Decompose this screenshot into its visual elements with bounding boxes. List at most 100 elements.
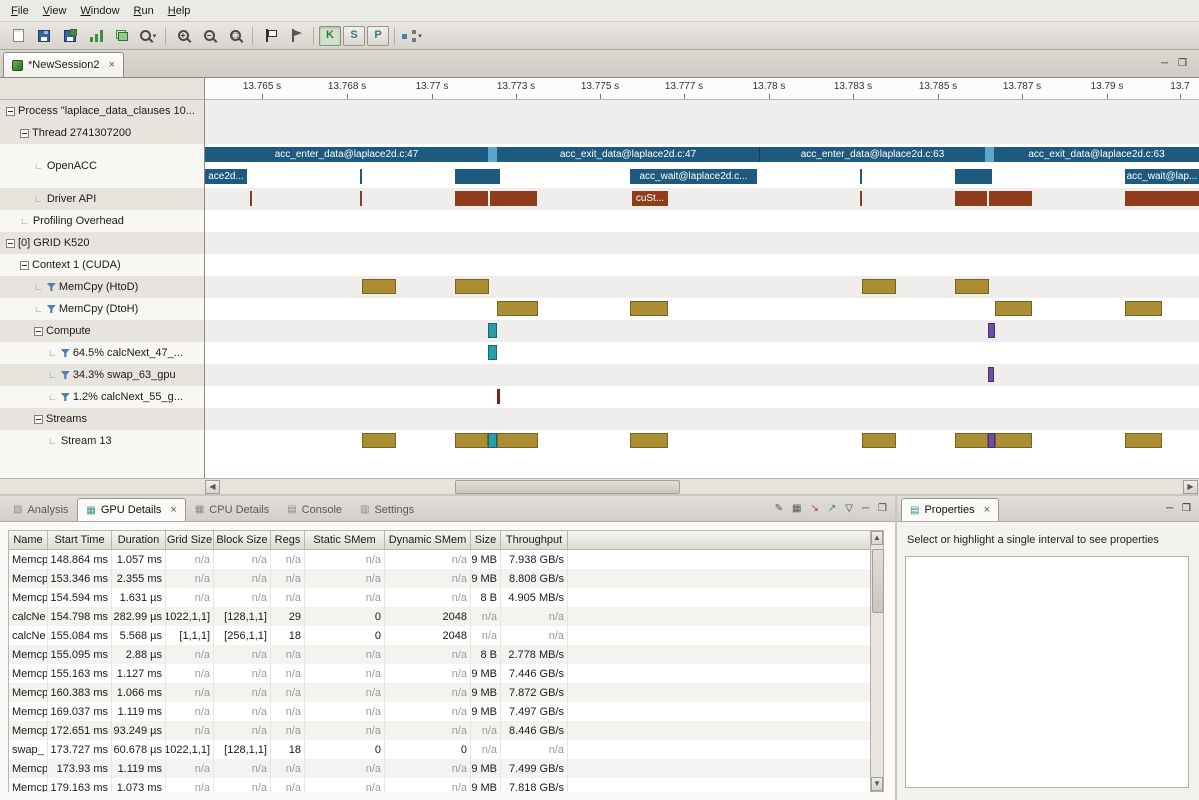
tab-newsession2[interactable]: *NewSession2 × [3, 52, 124, 77]
timeline-bar[interactable] [250, 191, 252, 206]
timeline-bar[interactable]: acc_enter_data@laplace2d.c:47 [205, 147, 488, 162]
column-header-spacer[interactable] [568, 531, 870, 549]
tree-row[interactable]: Streams [0, 408, 204, 430]
zoom-in-button[interactable]: + [171, 24, 195, 48]
maximize-button[interactable]: ❒ [878, 503, 887, 514]
tab-close-icon[interactable]: × [984, 504, 990, 516]
timeline-bar[interactable] [995, 433, 1032, 448]
table-row[interactable]: Memcp155.095 ms2.88 µsn/an/an/an/an/a8 B… [9, 645, 870, 664]
mark-range-button[interactable] [258, 24, 282, 48]
table-row[interactable]: Memcp154.594 ms1.631 µsn/an/an/an/an/a8 … [9, 588, 870, 607]
tree-row[interactable]: [0] GRID K520 [0, 232, 204, 254]
column-header-size[interactable]: Size [471, 531, 501, 549]
timeline-bar[interactable] [497, 389, 500, 404]
table-vertical-scrollbar[interactable]: ▲ ▼ [870, 530, 884, 792]
timeline-bar[interactable] [362, 433, 396, 448]
minimize-button[interactable]: ─ [862, 503, 869, 514]
timeline-bar[interactable] [488, 147, 497, 162]
goto-marker-button[interactable] [284, 24, 308, 48]
collapse-toggle-icon[interactable] [34, 415, 43, 424]
timeline-bar[interactable] [490, 191, 537, 206]
timeline-bar[interactable] [1125, 191, 1199, 206]
timeline-bar[interactable] [455, 433, 488, 448]
table-row[interactable]: Memcp160.383 ms1.066 msn/an/an/an/an/a9 … [9, 683, 870, 702]
column-header-dynamic-smem[interactable]: Dynamic SMem [385, 531, 471, 549]
timeline-bar[interactable]: acc_enter_data@laplace2d.c:63 [760, 147, 985, 162]
timeline-bar[interactable] [988, 323, 995, 338]
analysis-dropdown-button[interactable]: ▾ [400, 24, 424, 48]
table-row[interactable]: calcNe154.798 ms282.99 µs1022,1,1][128,1… [9, 607, 870, 626]
table-row[interactable]: Memcp169.037 ms1.119 msn/an/an/an/an/a9 … [9, 702, 870, 721]
zoom-out-button[interactable]: − [197, 24, 221, 48]
timeline-bar[interactable]: ace2d... [205, 169, 247, 184]
menu-item-file[interactable]: File [4, 2, 36, 20]
table-row[interactable]: Memcp179.163 ms1.073 msn/an/an/an/an/a9 … [9, 778, 870, 792]
timeline-bar[interactable] [985, 147, 994, 162]
save-session-button[interactable] [58, 24, 82, 48]
collapse-toggle-icon[interactable] [20, 261, 29, 270]
maximize-icon[interactable]: ❒ [1178, 58, 1187, 69]
zoom-reset-button[interactable]: □ [223, 24, 247, 48]
tree-row[interactable]: ∟MemCpy (HtoD) [0, 276, 204, 298]
timeline-bar[interactable] [860, 191, 862, 206]
export-button[interactable]: ↗ [828, 503, 836, 514]
timeline-bar[interactable] [488, 323, 497, 338]
collapse-toggle-icon[interactable] [6, 239, 15, 248]
scroll-up-icon[interactable]: ▲ [871, 531, 883, 545]
tree-row[interactable]: ∟1.2% calcNext_55_g... [0, 386, 204, 408]
timeline-bar[interactable] [862, 433, 896, 448]
tree-row[interactable]: ∟MemCpy (DtoH) [0, 298, 204, 320]
menu-item-run[interactable]: Run [127, 2, 161, 20]
timeline-bar[interactable]: acc_wait@laplace2d.c... [630, 169, 757, 184]
timeline-bar[interactable] [955, 169, 992, 184]
tree-row[interactable]: ∟34.3% swap_63_gpu [0, 364, 204, 386]
edit-button[interactable]: ✎ [775, 503, 783, 514]
timeline-bar[interactable] [362, 279, 396, 294]
tree-row[interactable]: ∟64.5% calcNext_47_... [0, 342, 204, 364]
table-row[interactable]: Memcp155.163 ms1.127 msn/an/an/an/an/a9 … [9, 664, 870, 683]
timeline-bar[interactable] [955, 279, 989, 294]
open-session-button[interactable] [32, 24, 56, 48]
timeline-bar[interactable] [1125, 433, 1162, 448]
timeline-bar[interactable] [455, 169, 500, 184]
compare-sessions-button[interactable] [110, 24, 134, 48]
timeline-bar[interactable]: acc_wait@lap... [1125, 169, 1199, 184]
tab-console[interactable]: ▤Console [278, 498, 351, 521]
column-header-grid-size[interactable]: Grid Size [166, 531, 214, 549]
tree-row[interactable]: ∟Stream 13 [0, 430, 204, 452]
process-color-toggle-button[interactable]: P [367, 26, 389, 46]
collapse-toggle-icon[interactable] [20, 129, 29, 138]
column-header-name[interactable]: Name [9, 531, 48, 549]
timeline-bar[interactable] [989, 191, 1032, 206]
collapse-toggle-icon[interactable] [34, 327, 43, 336]
timeline-bar[interactable] [1125, 301, 1162, 316]
timeline-bar[interactable] [488, 345, 497, 360]
timeline-horizontal-scrollbar[interactable]: ◀ ▶ [0, 478, 1199, 494]
tree-row[interactable]: Thread 2741307200 [0, 122, 204, 144]
timeline-bar[interactable] [497, 433, 538, 448]
column-header-block-size[interactable]: Block Size [214, 531, 271, 549]
column-header-regs[interactable]: Regs [271, 531, 305, 549]
view-menu-button[interactable]: ▽ [845, 503, 853, 514]
profile-application-button[interactable] [84, 24, 108, 48]
timeline-bar[interactable] [862, 279, 896, 294]
menu-item-help[interactable]: Help [161, 2, 198, 20]
column-header-throughput[interactable]: Throughput [501, 531, 568, 549]
menu-item-view[interactable]: View [36, 2, 74, 20]
table-row[interactable]: Memcp172.651 ms93.249 µsn/an/an/an/an/an… [9, 721, 870, 740]
tab-close-icon[interactable]: × [170, 504, 176, 516]
scroll-thumb[interactable] [872, 549, 884, 613]
timeline-bar[interactable]: cuSt... [632, 191, 668, 206]
timeline-bar[interactable] [630, 433, 668, 448]
table-row[interactable]: swap_173.727 ms60.678 µs1022,1,1][128,1,… [9, 740, 870, 759]
collapse-toggle-icon[interactable] [6, 107, 15, 116]
table-row[interactable]: Memcp153.346 ms2.355 msn/an/an/an/an/a9 … [9, 569, 870, 588]
column-header-static-smem[interactable]: Static SMem [305, 531, 385, 549]
table-row[interactable]: Memcp173.93 ms1.119 msn/an/an/an/an/a9 M… [9, 759, 870, 778]
timeline-bar[interactable] [488, 433, 497, 448]
timeline-bar[interactable] [497, 301, 538, 316]
timeline-bar[interactable] [360, 191, 362, 206]
tree-row[interactable]: ∟Profiling Overhead [0, 210, 204, 232]
tab-cpu-details[interactable]: ▦CPU Details [186, 498, 278, 521]
maximize-icon[interactable]: ❒ [1182, 503, 1191, 514]
